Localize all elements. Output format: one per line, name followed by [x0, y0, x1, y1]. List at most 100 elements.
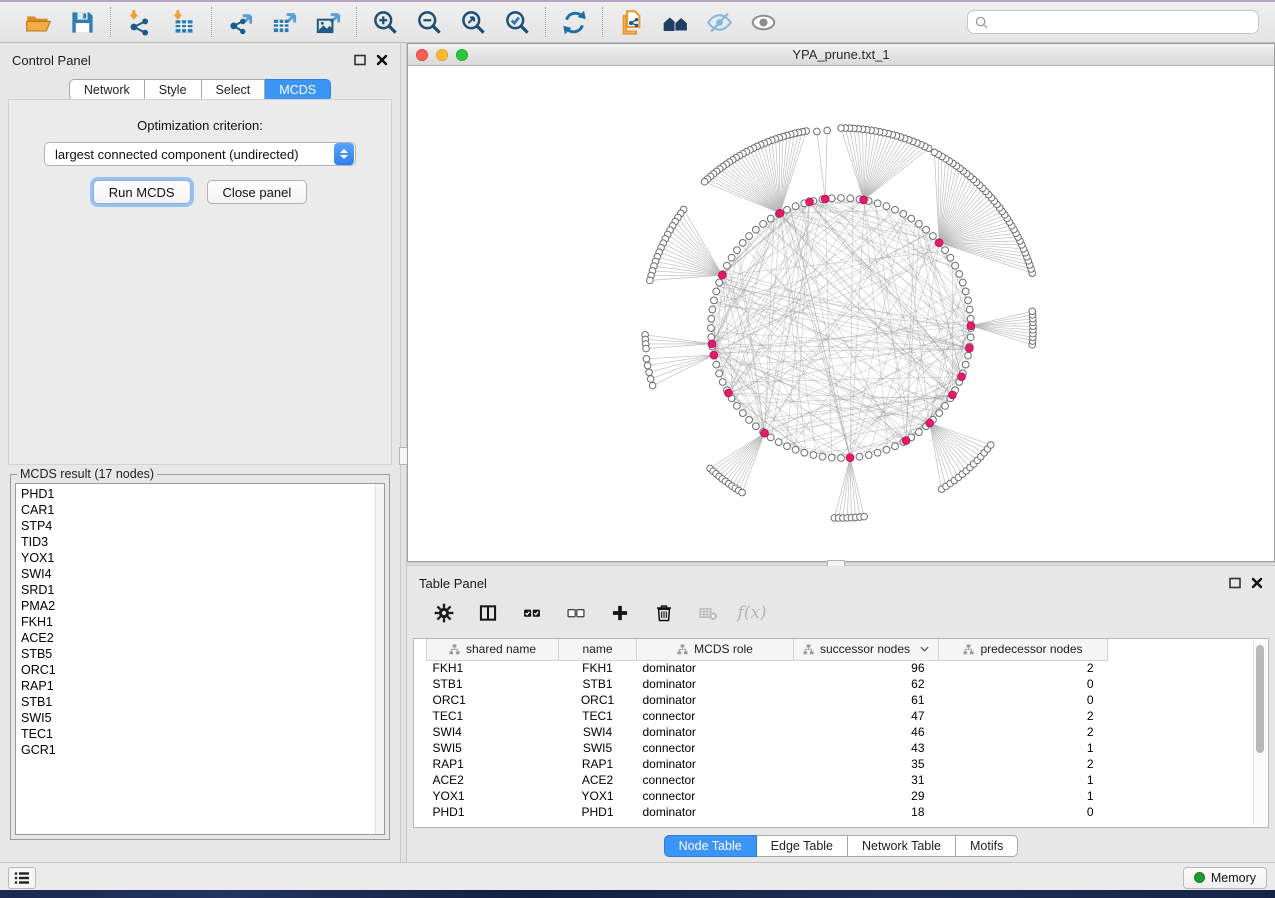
- search-field[interactable]: [967, 10, 1259, 34]
- table-scrollbar[interactable]: [1253, 641, 1266, 825]
- table-row[interactable]: RAP1RAP1dominator352: [427, 756, 1108, 772]
- cell-shared-name[interactable]: ORC1: [427, 692, 559, 708]
- cell-predecessor-nodes[interactable]: 0: [939, 804, 1108, 820]
- mcds-result-item[interactable]: SWI4: [21, 566, 384, 582]
- mcds-result-item[interactable]: ACE2: [21, 630, 384, 646]
- tab-node-table[interactable]: Node Table: [664, 835, 757, 857]
- cell-mcds-role[interactable]: connector: [637, 708, 794, 724]
- cell-successor-nodes[interactable]: 43: [794, 740, 939, 756]
- mcds-list-scrollbar[interactable]: [375, 484, 384, 834]
- tab-motifs[interactable]: Motifs: [956, 835, 1018, 857]
- mcds-result-item[interactable]: SRD1: [21, 582, 384, 598]
- cell-successor-nodes[interactable]: 96: [794, 660, 939, 676]
- table-row[interactable]: SWI5SWI5connector431: [427, 740, 1108, 756]
- zoom-out-button[interactable]: [411, 5, 447, 39]
- column-header-name[interactable]: name: [559, 639, 637, 660]
- show-all-button[interactable]: [745, 5, 781, 39]
- cell-predecessor-nodes[interactable]: 2: [939, 724, 1108, 740]
- cell-mcds-role[interactable]: dominator: [637, 804, 794, 820]
- cell-shared-name[interactable]: TEC1: [427, 708, 559, 724]
- cell-predecessor-nodes[interactable]: 1: [939, 772, 1108, 788]
- memory-button[interactable]: Memory: [1183, 867, 1267, 889]
- network-graph[interactable]: [408, 66, 1274, 561]
- table-panel-float-button[interactable]: [1229, 577, 1241, 589]
- control-panel-close-button[interactable]: [376, 54, 388, 66]
- hide-selected-button[interactable]: [701, 5, 737, 39]
- zoom-in-button[interactable]: [367, 5, 403, 39]
- cell-predecessor-nodes[interactable]: 1: [939, 788, 1108, 804]
- cell-shared-name[interactable]: RAP1: [427, 756, 559, 772]
- close-panel-button[interactable]: Close panel: [207, 180, 308, 204]
- table-row[interactable]: ORC1ORC1dominator610: [427, 692, 1108, 708]
- cell-name[interactable]: SWI4: [559, 724, 637, 740]
- select-all-button[interactable]: [521, 602, 543, 624]
- cell-mcds-role[interactable]: connector: [637, 740, 794, 756]
- cell-shared-name[interactable]: STB1: [427, 676, 559, 692]
- cell-mcds-role[interactable]: dominator: [637, 660, 794, 676]
- table-panel-close-button[interactable]: [1251, 577, 1263, 589]
- mcds-result-item[interactable]: TEC1: [21, 726, 384, 742]
- tab-style[interactable]: Style: [145, 79, 202, 101]
- import-network-button[interactable]: [121, 5, 157, 39]
- cell-name[interactable]: RAP1: [559, 756, 637, 772]
- cell-predecessor-nodes[interactable]: 0: [939, 692, 1108, 708]
- mcds-result-item[interactable]: PHD1: [21, 486, 384, 502]
- cell-shared-name[interactable]: ACE2: [427, 772, 559, 788]
- run-mcds-button[interactable]: Run MCDS: [93, 180, 191, 204]
- cell-shared-name[interactable]: FKH1: [427, 660, 559, 676]
- duplicate-network-button[interactable]: [613, 5, 649, 39]
- function-builder-button-disabled[interactable]: f(x): [741, 602, 763, 624]
- import-table-button[interactable]: [165, 5, 201, 39]
- cell-successor-nodes[interactable]: 62: [794, 676, 939, 692]
- cell-successor-nodes[interactable]: 31: [794, 772, 939, 788]
- table-options-gear-button[interactable]: [433, 602, 455, 624]
- cell-name[interactable]: STB1: [559, 676, 637, 692]
- cell-mcds-role[interactable]: dominator: [637, 692, 794, 708]
- export-image-button[interactable]: [310, 5, 346, 39]
- open-file-button[interactable]: [20, 5, 56, 39]
- save-session-button[interactable]: [64, 5, 100, 39]
- cell-name[interactable]: SWI5: [559, 740, 637, 756]
- show-columns-button[interactable]: [477, 602, 499, 624]
- window-minimize-button[interactable]: [436, 49, 448, 61]
- cell-shared-name[interactable]: SWI5: [427, 740, 559, 756]
- mcds-result-item[interactable]: TID3: [21, 534, 384, 550]
- column-header-predecessor-nodes[interactable]: predecessor nodes: [939, 639, 1108, 660]
- mcds-result-item[interactable]: GCR1: [21, 742, 384, 758]
- window-close-button[interactable]: [416, 49, 428, 61]
- table-row[interactable]: STB1STB1dominator620: [427, 676, 1108, 692]
- delete-columns-button[interactable]: [653, 602, 675, 624]
- cell-mcds-role[interactable]: dominator: [637, 724, 794, 740]
- table-row[interactable]: FKH1FKH1dominator962: [427, 660, 1108, 676]
- search-input[interactable]: [993, 15, 1251, 29]
- mcds-result-item[interactable]: ORC1: [21, 662, 384, 678]
- task-history-button[interactable]: [8, 867, 36, 889]
- cell-predecessor-nodes[interactable]: 2: [939, 660, 1108, 676]
- cell-shared-name[interactable]: PHD1: [427, 804, 559, 820]
- cell-name[interactable]: ORC1: [559, 692, 637, 708]
- cell-mcds-role[interactable]: connector: [637, 788, 794, 804]
- cell-shared-name[interactable]: SWI4: [427, 724, 559, 740]
- cell-predecessor-nodes[interactable]: 2: [939, 708, 1108, 724]
- column-header-shared-name[interactable]: shared name: [427, 639, 559, 660]
- mcds-result-item[interactable]: FKH1: [21, 614, 384, 630]
- mcds-result-item[interactable]: SWI5: [21, 710, 384, 726]
- cell-shared-name[interactable]: YOX1: [427, 788, 559, 804]
- cell-mcds-role[interactable]: connector: [637, 772, 794, 788]
- tab-mcds[interactable]: MCDS: [265, 79, 331, 101]
- control-panel-float-button[interactable]: [354, 54, 366, 66]
- cell-name[interactable]: PHD1: [559, 804, 637, 820]
- mcds-result-item[interactable]: RAP1: [21, 678, 384, 694]
- mcds-result-item[interactable]: PMA2: [21, 598, 384, 614]
- zoom-fit-button[interactable]: [455, 5, 491, 39]
- tab-edge-table[interactable]: Edge Table: [757, 835, 848, 857]
- vertical-splitter[interactable]: [400, 43, 407, 862]
- mcds-result-item[interactable]: STB5: [21, 646, 384, 662]
- refresh-view-button[interactable]: [556, 5, 592, 39]
- cell-successor-nodes[interactable]: 18: [794, 804, 939, 820]
- mcds-result-item[interactable]: STB1: [21, 694, 384, 710]
- mcds-result-list[interactable]: PHD1CAR1STP4TID3YOX1SWI4SRD1PMA2FKH1ACE2…: [15, 483, 385, 835]
- cell-mcds-role[interactable]: dominator: [637, 756, 794, 772]
- cell-successor-nodes[interactable]: 46: [794, 724, 939, 740]
- column-header-mcds-role[interactable]: MCDS role: [637, 639, 794, 660]
